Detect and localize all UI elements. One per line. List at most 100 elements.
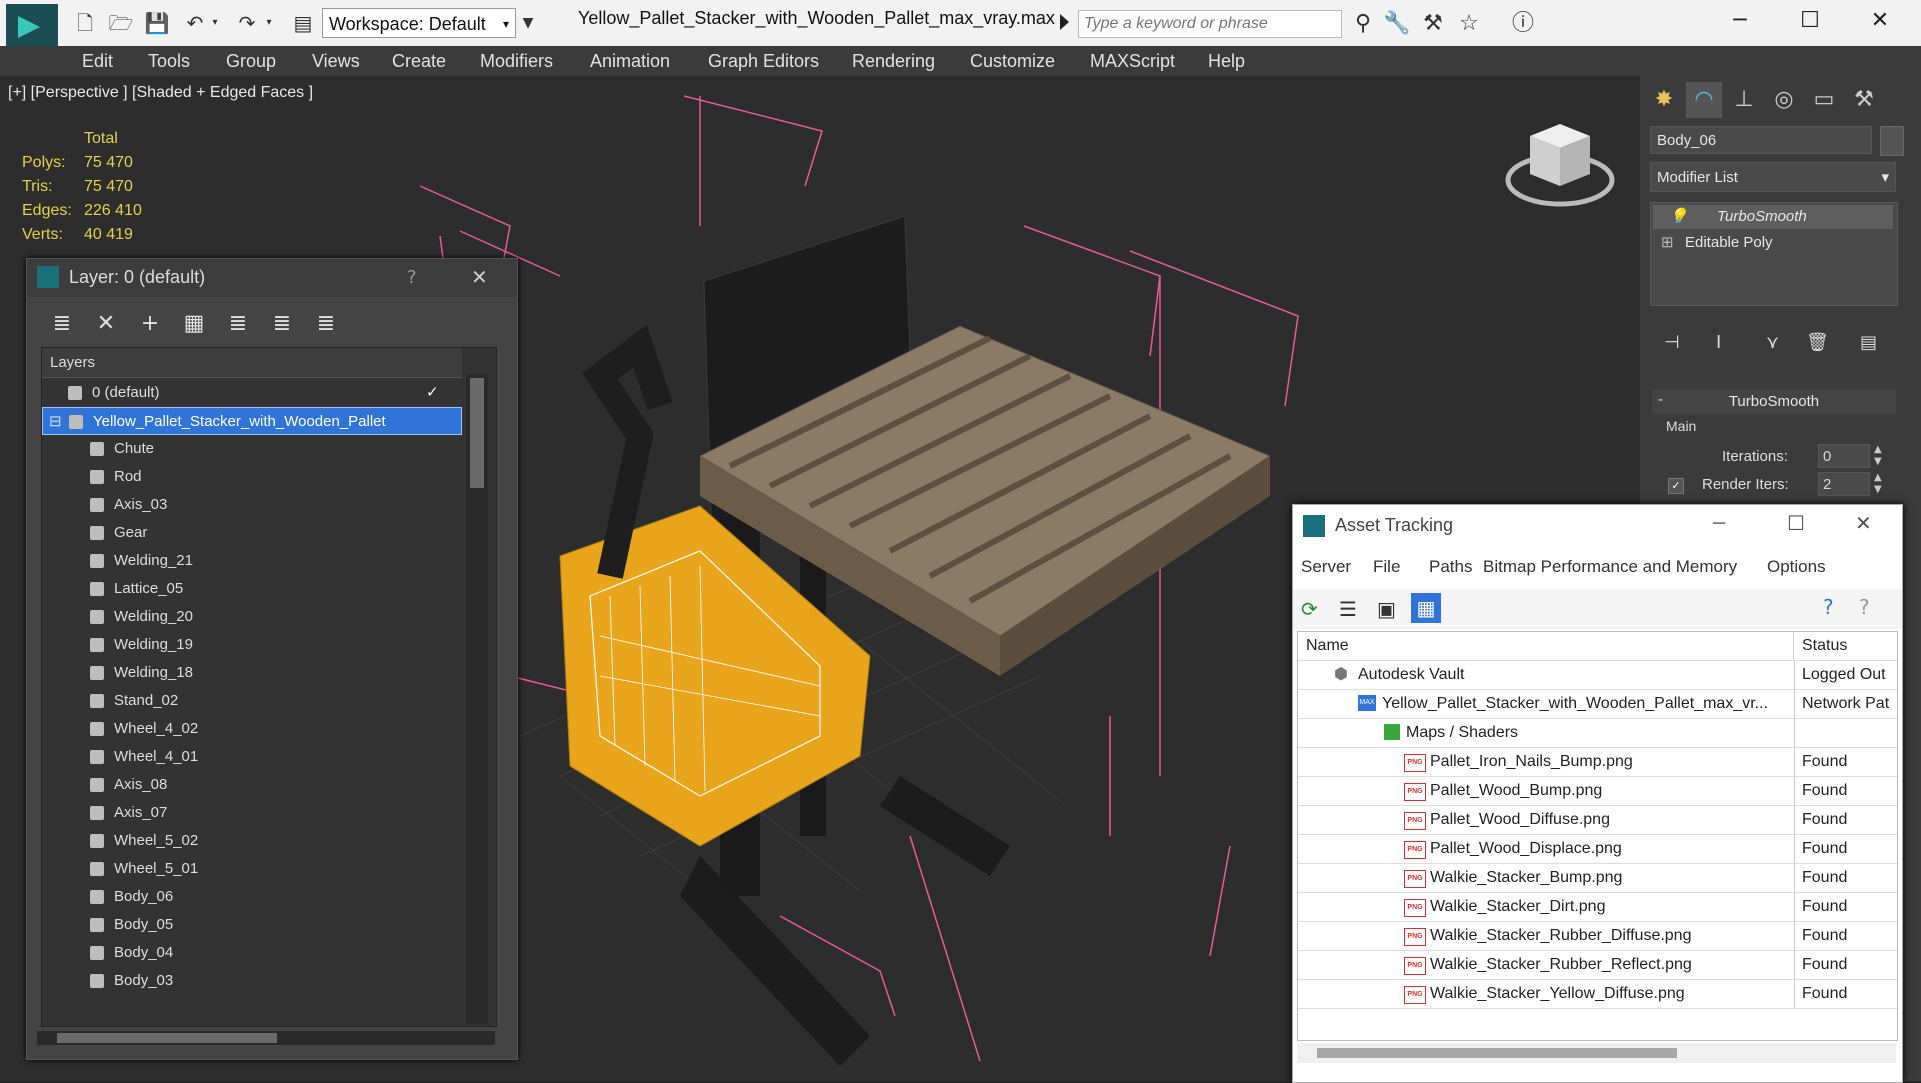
maximize-icon[interactable]: ☐ xyxy=(1782,4,1838,38)
layer-horizontal-scrollbar[interactable] xyxy=(37,1031,495,1045)
remove-modifier-icon[interactable]: 🗑 xyxy=(1806,332,1829,353)
list-view-icon[interactable]: ☰ xyxy=(1339,597,1357,621)
minimize-icon[interactable]: ─ xyxy=(1713,511,1725,535)
stack-item-editable-poly[interactable]: ⊞ Editable Poly xyxy=(1653,231,1893,255)
list-item[interactable]: Rod xyxy=(42,463,462,491)
active-check-icon[interactable]: ✓ xyxy=(426,379,439,407)
iterations-field[interactable]: 0 xyxy=(1818,444,1870,468)
list-item[interactable]: Body_06 xyxy=(42,883,462,911)
favorites-star-icon[interactable]: ☆ xyxy=(1454,10,1484,38)
scroll-thumb[interactable] xyxy=(1317,1048,1677,1058)
scroll-thumb[interactable] xyxy=(470,378,484,488)
column-header-name[interactable]: Name xyxy=(1298,632,1794,660)
highlight-layer-icon[interactable]: ≣ xyxy=(223,309,253,339)
list-item[interactable]: Axis_03 xyxy=(42,491,462,519)
freeze-layers-icon[interactable]: ≣ xyxy=(311,309,341,339)
list-item[interactable]: Chute xyxy=(42,435,462,463)
search-expand-icon[interactable] xyxy=(1060,14,1069,30)
menu-bitmap-performance[interactable]: Bitmap Performance and Memory xyxy=(1483,557,1737,577)
expand-icon[interactable]: ⊞ xyxy=(1661,231,1674,255)
table-view-icon[interactable]: ▦ xyxy=(1411,593,1441,623)
menu-maxscript[interactable]: MAXScript xyxy=(1090,46,1175,76)
list-item[interactable]: Body_04 xyxy=(42,939,462,967)
object-name-field[interactable]: Body_06 xyxy=(1650,126,1872,154)
help-icon[interactable]: ? xyxy=(1823,595,1834,619)
column-header-status[interactable]: Status xyxy=(1796,632,1897,660)
table-row[interactable]: PNG Walkie_Stacker_Yellow_Diffuse.png Fou… xyxy=(1298,980,1897,1009)
thumbnail-view-icon[interactable]: ▣ xyxy=(1377,597,1396,621)
show-end-result-icon[interactable]: I xyxy=(1716,332,1721,353)
list-item[interactable]: Axis_07 xyxy=(42,799,462,827)
maximize-icon[interactable]: ☐ xyxy=(1787,511,1805,535)
menu-animation[interactable]: Animation xyxy=(590,46,670,76)
create-tab-icon[interactable]: ✸ xyxy=(1646,82,1682,118)
make-unique-icon[interactable]: ⋎ xyxy=(1766,332,1779,353)
list-item[interactable]: Stand_02 xyxy=(42,687,462,715)
modifier-list-dropdown[interactable]: Modifier List ▾ xyxy=(1650,162,1896,192)
lightbulb-icon[interactable]: 💡 xyxy=(1669,205,1688,229)
collapse-icon[interactable]: ⊟ xyxy=(49,408,62,436)
menu-graph-editors[interactable]: Graph Editors xyxy=(708,46,819,76)
pin-stack-icon[interactable]: ⊣ xyxy=(1664,332,1680,353)
stack-item-turbosmooth[interactable]: 💡 TurboSmooth xyxy=(1653,205,1893,229)
list-item[interactable]: Lattice_05 xyxy=(42,575,462,603)
list-item[interactable]: Welding_18 xyxy=(42,659,462,687)
menu-edit[interactable]: Edit xyxy=(82,46,113,76)
iterations-spinner-icon[interactable]: ▲ ▼ xyxy=(1874,444,1882,468)
menu-create[interactable]: Create xyxy=(392,46,446,76)
save-icon[interactable]: 💾 xyxy=(144,10,170,36)
select-objects-icon[interactable]: ▦ xyxy=(179,309,209,339)
search-input[interactable] xyxy=(1078,10,1342,38)
scroll-thumb[interactable] xyxy=(57,1033,277,1043)
layer-vertical-scrollbar[interactable] xyxy=(466,374,488,1024)
table-row[interactable]: PNG Pallet_Iron_Nails_Bump.png Found xyxy=(1298,748,1897,777)
table-row[interactable]: PNG Pallet_Wood_Bump.png Found xyxy=(1298,777,1897,806)
render-iters-spinner-icon[interactable]: ▲ ▼ xyxy=(1874,472,1882,496)
layer-row-selected[interactable]: ⊟ Yellow_Pallet_Stacker_with_Wooden_Palle… xyxy=(42,407,462,435)
list-item[interactable]: Welding_19 xyxy=(42,631,462,659)
hide-layers-icon[interactable]: ≣ xyxy=(267,309,297,339)
menu-group[interactable]: Group xyxy=(226,46,276,76)
list-item[interactable]: Welding_20 xyxy=(42,603,462,631)
project-folder-icon[interactable]: ▤ xyxy=(290,10,316,36)
list-item[interactable]: Wheel_4_01 xyxy=(42,743,462,771)
refresh-icon[interactable]: ⟳ xyxy=(1301,597,1318,621)
list-item[interactable]: Wheel_5_01 xyxy=(42,855,462,883)
layer-dialog-titlebar[interactable]: Layer: 0 (default) ? ✕ xyxy=(27,259,517,297)
tools-icon[interactable]: 🔧 xyxy=(1382,10,1412,38)
menu-file[interactable]: File xyxy=(1373,557,1400,577)
modify-tab-icon[interactable]: ◠ xyxy=(1686,82,1722,118)
help-icon[interactable]: ? xyxy=(407,267,417,288)
table-row[interactable]: PNG Walkie_Stacker_Rubber_Diffuse.png Fou… xyxy=(1298,922,1897,951)
binoculars-icon[interactable]: ⚲ xyxy=(1348,10,1378,38)
open-file-icon[interactable]: 🗁 xyxy=(108,10,134,36)
list-item[interactable]: Axis_08 xyxy=(42,771,462,799)
menu-rendering[interactable]: Rendering xyxy=(852,46,935,76)
list-item[interactable]: Body_03 xyxy=(42,967,462,995)
object-color-swatch[interactable] xyxy=(1880,126,1904,156)
menu-help[interactable]: Help xyxy=(1208,46,1245,76)
app-logo-icon[interactable] xyxy=(6,4,58,50)
table-row[interactable]: ⬢ Autodesk Vault Logged Out xyxy=(1298,661,1897,690)
list-item[interactable]: Gear xyxy=(42,519,462,547)
table-row[interactable]: PNG Pallet_Wood_Diffuse.png Found xyxy=(1298,806,1897,835)
table-row[interactable]: PNG Walkie_Stacker_Bump.png Found xyxy=(1298,864,1897,893)
render-iters-checkbox[interactable]: ✓ xyxy=(1668,478,1684,494)
context-help-icon[interactable]: ? xyxy=(1859,595,1870,619)
rollout-title[interactable]: TurboSmooth xyxy=(1652,390,1896,414)
new-layer-icon[interactable]: ≣ xyxy=(47,309,77,339)
list-item[interactable]: Wheel_4_02 xyxy=(42,715,462,743)
table-row[interactable]: Maps / Shaders xyxy=(1298,719,1897,748)
table-row[interactable]: MAX Yellow_Pallet_Stacker_with_Wooden_Pal… xyxy=(1298,690,1897,719)
customize-toolbar-icon[interactable]: ▼ xyxy=(520,10,536,36)
menu-paths[interactable]: Paths xyxy=(1429,557,1472,577)
hierarchy-tab-icon[interactable]: ⊥ xyxy=(1726,82,1762,118)
close-icon[interactable]: ✕ xyxy=(1855,511,1872,535)
motion-tab-icon[interactable]: ◎ xyxy=(1766,82,1802,118)
undo-icon[interactable]: ↶ xyxy=(182,10,208,36)
menu-server[interactable]: Server xyxy=(1301,557,1351,577)
table-row[interactable]: PNG Pallet_Wood_Displace.png Found xyxy=(1298,835,1897,864)
display-tab-icon[interactable]: ▭ xyxy=(1806,82,1842,118)
menu-customize[interactable]: Customize xyxy=(970,46,1055,76)
help-icon[interactable]: ⓘ xyxy=(1508,10,1538,38)
